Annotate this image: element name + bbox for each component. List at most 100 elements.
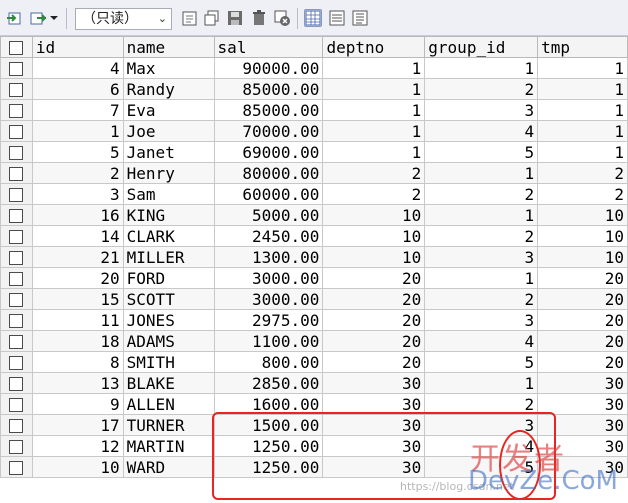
row-checkbox[interactable] (0, 309, 33, 331)
cell-group-id[interactable]: 5 (424, 141, 539, 163)
table-row[interactable]: 3 Sam 60000.00 2 2 2 (0, 183, 628, 205)
cell-deptno[interactable]: 30 (322, 456, 426, 478)
cell-group-id[interactable]: 3 (424, 309, 539, 331)
cell-id[interactable]: 11 (31, 309, 124, 331)
cell-tmp[interactable]: 20 (537, 267, 628, 289)
cell-tmp[interactable]: 10 (537, 204, 628, 226)
cell-sal[interactable]: 80000.00 (213, 162, 324, 184)
cell-id[interactable]: 12 (31, 435, 124, 457)
row-checkbox[interactable] (0, 120, 33, 142)
table-row[interactable]: 8 SMITH 800.00 20 5 20 (0, 351, 628, 373)
cell-tmp[interactable]: 2 (537, 183, 628, 205)
cell-sal[interactable]: 2850.00 (213, 372, 324, 394)
filter-icon[interactable] (181, 9, 199, 27)
row-checkbox[interactable] (0, 393, 33, 415)
table-row[interactable]: 1 Joe 70000.00 1 4 1 (0, 120, 628, 142)
column-header-name[interactable]: name (122, 36, 215, 58)
cell-group-id[interactable]: 1 (424, 162, 539, 184)
checkbox-icon[interactable] (9, 188, 24, 202)
cell-tmp[interactable]: 10 (537, 225, 628, 247)
table-row[interactable]: 13 BLAKE 2850.00 30 1 30 (0, 372, 628, 394)
cell-name[interactable]: WARD (122, 456, 215, 478)
cell-group-id[interactable]: 4 (424, 120, 539, 142)
table-row[interactable]: 10 WARD 1250.00 30 5 30 (0, 456, 628, 478)
table-row[interactable]: 7 Eva 85000.00 1 3 1 (0, 99, 628, 121)
select-all-checkbox[interactable] (0, 36, 33, 58)
cell-sal[interactable]: 1500.00 (213, 414, 324, 436)
cell-group-id[interactable]: 3 (424, 414, 539, 436)
cell-name[interactable]: SMITH (122, 351, 215, 373)
checkbox-icon[interactable] (9, 461, 24, 475)
cell-tmp[interactable]: 30 (537, 456, 628, 478)
cell-group-id[interactable]: 2 (424, 78, 539, 100)
cell-id[interactable]: 16 (31, 204, 124, 226)
cell-group-id[interactable]: 2 (424, 288, 539, 310)
cell-deptno[interactable]: 20 (322, 330, 426, 352)
column-header-deptno[interactable]: deptno (322, 36, 426, 58)
cell-sal[interactable]: 800.00 (213, 351, 324, 373)
row-checkbox[interactable] (0, 225, 33, 247)
cell-deptno[interactable]: 1 (322, 78, 426, 100)
cell-name[interactable]: Max (122, 57, 215, 79)
checkbox-icon[interactable] (9, 398, 24, 412)
checkbox-icon[interactable] (9, 314, 24, 328)
cell-tmp[interactable]: 30 (537, 435, 628, 457)
cell-id[interactable]: 4 (31, 57, 124, 79)
cell-tmp[interactable]: 1 (537, 141, 628, 163)
table-row[interactable]: 17 TURNER 1500.00 30 3 30 (0, 414, 628, 436)
cell-id[interactable]: 3 (31, 183, 124, 205)
save-icon[interactable] (226, 9, 244, 27)
cell-deptno[interactable]: 1 (322, 57, 426, 79)
cell-group-id[interactable]: 2 (424, 393, 539, 415)
cell-sal[interactable]: 2975.00 (213, 309, 324, 331)
cell-sal[interactable]: 70000.00 (213, 120, 324, 142)
column-header-group-id[interactable]: group_id (424, 36, 539, 58)
checkbox-icon[interactable] (9, 209, 24, 223)
cell-id[interactable]: 1 (31, 120, 124, 142)
checkbox-icon[interactable] (9, 272, 24, 286)
cell-deptno[interactable]: 30 (322, 435, 426, 457)
cell-tmp[interactable]: 1 (537, 78, 628, 100)
column-header-tmp[interactable]: tmp (537, 36, 628, 58)
cell-sal[interactable]: 3000.00 (213, 288, 324, 310)
cell-name[interactable]: JONES (122, 309, 215, 331)
table-row[interactable]: 2 Henry 80000.00 2 1 2 (0, 162, 628, 184)
row-checkbox[interactable] (0, 456, 33, 478)
cell-tmp[interactable]: 10 (537, 246, 628, 268)
cell-name[interactable]: MILLER (122, 246, 215, 268)
checkbox-icon[interactable] (9, 83, 24, 97)
cell-name[interactable]: Janet (122, 141, 215, 163)
cell-tmp[interactable]: 30 (537, 393, 628, 415)
cell-sal[interactable]: 85000.00 (213, 99, 324, 121)
table-row[interactable]: 14 CLARK 2450.00 10 2 10 (0, 225, 628, 247)
cell-name[interactable]: TURNER (122, 414, 215, 436)
cell-group-id[interactable]: 2 (424, 183, 539, 205)
copy-row-icon[interactable] (203, 9, 221, 27)
cell-name[interactable]: FORD (122, 267, 215, 289)
table-row[interactable]: 18 ADAMS 1100.00 20 4 20 (0, 330, 628, 352)
cell-group-id[interactable]: 5 (424, 456, 539, 478)
cell-sal[interactable]: 60000.00 (213, 183, 324, 205)
cell-tmp[interactable]: 20 (537, 288, 628, 310)
cell-group-id[interactable]: 4 (424, 435, 539, 457)
checkbox-icon[interactable] (9, 230, 24, 244)
checkbox-icon[interactable] (9, 104, 24, 118)
checkbox-icon[interactable] (9, 167, 24, 181)
cell-name[interactable]: BLAKE (122, 372, 215, 394)
cell-deptno[interactable]: 2 (322, 183, 426, 205)
cell-name[interactable]: MARTIN (122, 435, 215, 457)
row-checkbox[interactable] (0, 330, 33, 352)
cell-id[interactable]: 14 (31, 225, 124, 247)
cell-group-id[interactable]: 3 (424, 246, 539, 268)
cell-deptno[interactable]: 1 (322, 120, 426, 142)
cell-sal[interactable]: 1300.00 (213, 246, 324, 268)
cell-deptno[interactable]: 20 (322, 309, 426, 331)
cell-tmp[interactable]: 1 (537, 99, 628, 121)
cell-name[interactable]: Joe (122, 120, 215, 142)
checkbox-icon[interactable] (9, 293, 24, 307)
checkbox-icon[interactable] (9, 251, 24, 265)
cell-deptno[interactable]: 10 (322, 204, 426, 226)
row-checkbox[interactable] (0, 141, 33, 163)
cell-deptno[interactable]: 10 (322, 246, 426, 268)
cell-group-id[interactable]: 2 (424, 225, 539, 247)
